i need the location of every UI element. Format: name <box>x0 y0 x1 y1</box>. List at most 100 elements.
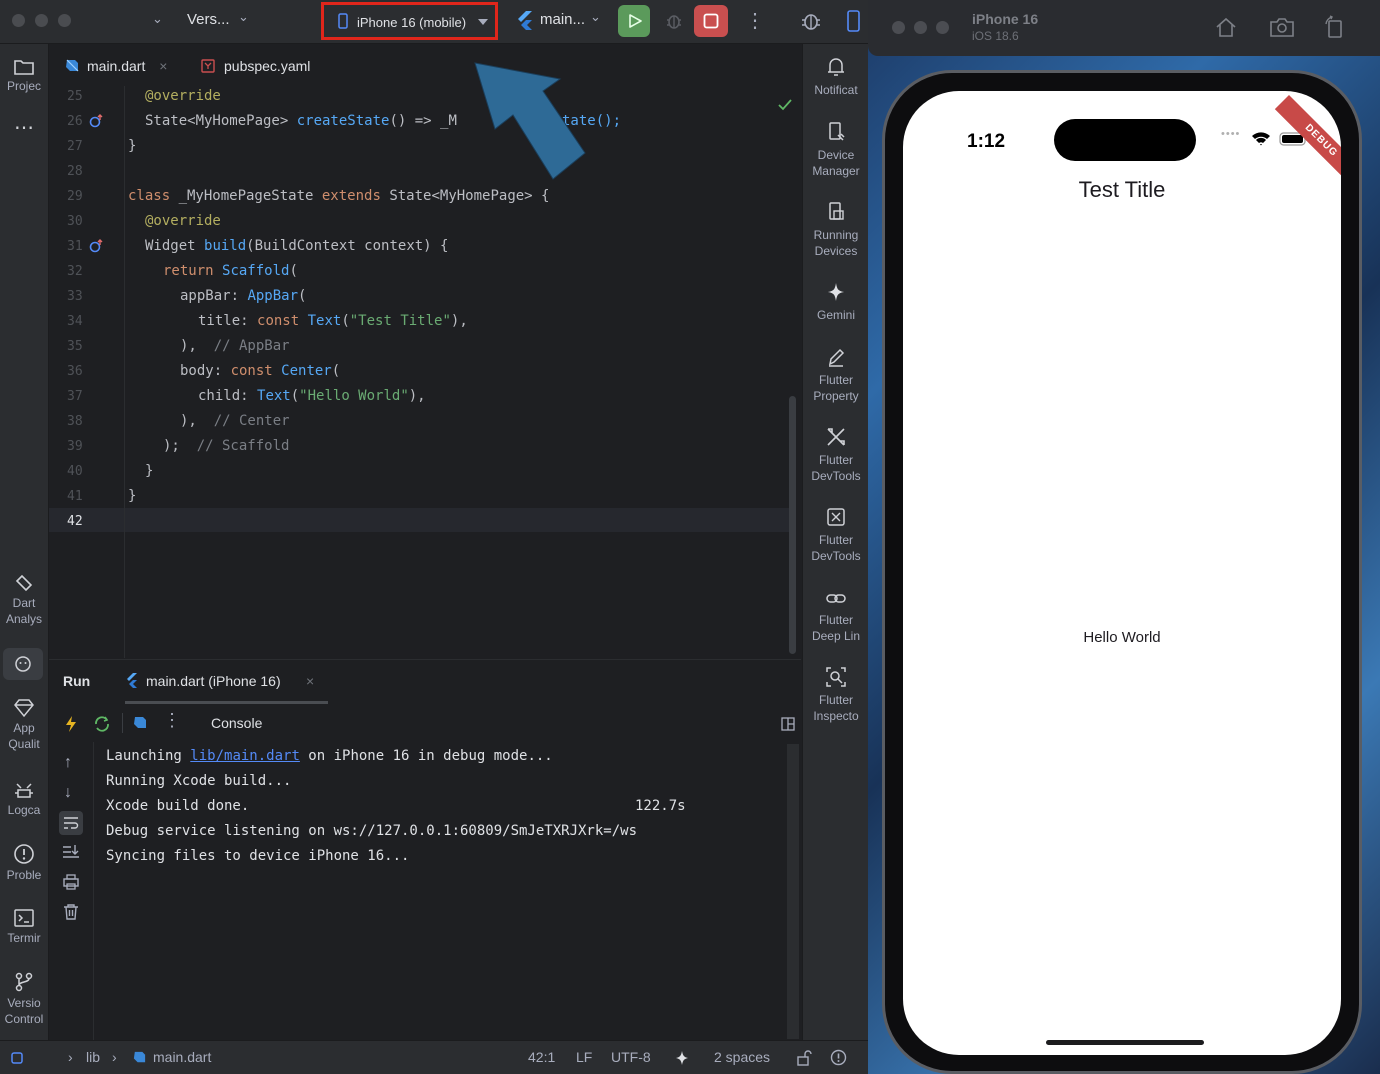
line-number: 25 <box>67 89 83 104</box>
line-separator[interactable]: LF <box>576 1049 592 1065</box>
line-number: 29 <box>67 189 83 204</box>
tool-terminal[interactable]: Termir <box>0 908 48 946</box>
window-minimize-light[interactable] <box>35 14 48 27</box>
tool-services[interactable] <box>3 648 43 680</box>
more-actions-icon[interactable]: ⋮ <box>745 8 765 33</box>
project-chevron-down-icon[interactable]: ⌄ <box>152 11 163 27</box>
code-token: Center <box>281 363 332 379</box>
scroll-down-icon[interactable]: ↓ <box>64 784 72 802</box>
version-control-widget[interactable]: Vers... <box>187 11 230 28</box>
home-icon[interactable] <box>1214 16 1238 38</box>
tool-flutter-property-label-1: Flutter <box>818 373 853 387</box>
tool-version-control[interactable]: Versio Control <box>0 971 48 1027</box>
tool-device-manager[interactable]: Device Manager <box>803 121 868 179</box>
scroll-to-end-icon[interactable] <box>62 844 80 860</box>
clear-all-trash-icon[interactable] <box>63 903 79 921</box>
running-devices-icon <box>829 202 844 220</box>
tool-dart-analysis-label: Dart Analys <box>5 596 43 626</box>
iphone-screen[interactable]: 1:12 •••• DEBUG Test Title Hello World <box>903 91 1341 1055</box>
rotate-device-icon[interactable] <box>1323 15 1345 39</box>
hot-restart-icon[interactable] <box>93 715 111 733</box>
sim-window-minimize-light[interactable] <box>914 21 927 34</box>
current-line-highlight <box>49 508 789 532</box>
code-token: "Hello World" <box>299 388 409 404</box>
breadcrumb-lib[interactable]: lib <box>86 1049 100 1065</box>
tool-project[interactable]: Projec <box>0 58 48 94</box>
code-token: ), <box>408 388 426 404</box>
tool-flutter-property[interactable]: Flutter Property <box>803 346 868 404</box>
ai-assistant-sparkle-icon[interactable] <box>675 1050 689 1066</box>
tool-dart-analysis[interactable]: Dart Analys <box>0 573 48 627</box>
breadcrumb-file[interactable]: main.dart <box>153 1049 211 1065</box>
debug-bug-icon[interactable] <box>664 11 684 31</box>
attach-debugger-icon[interactable] <box>800 10 822 32</box>
tool-problems[interactable]: Proble <box>0 843 48 883</box>
unlock-icon[interactable] <box>796 1049 812 1066</box>
sim-window-zoom-light[interactable] <box>936 21 949 34</box>
vcs-chevron-down-icon[interactable]: ⌄ <box>238 9 249 25</box>
run-button[interactable] <box>618 5 650 37</box>
line-number: 32 <box>67 264 83 279</box>
run-panel-title: Run <box>63 673 91 689</box>
editor-scrollbar[interactable] <box>789 396 796 654</box>
hot-reload-icon[interactable] <box>65 715 77 733</box>
line-number: 37 <box>67 389 83 404</box>
tool-flutter-inspector[interactable]: Flutter Inspecto <box>803 666 868 724</box>
warning-circle-icon[interactable] <box>830 1049 847 1066</box>
tool-notifications[interactable]: Notificat <box>803 56 868 98</box>
run-session-tab[interactable]: main.dart (iPhone 16) × <box>125 660 328 704</box>
device-selector[interactable]: iPhone 16 (mobile) <box>321 2 498 40</box>
gemini-sparkle-icon <box>828 283 844 301</box>
console-output[interactable]: Launching lib/main.dart on iPhone 16 in … <box>94 742 784 1041</box>
device-mirror-icon[interactable] <box>845 9 861 33</box>
tool-flutter-devtools[interactable]: Flutter DevTools <box>803 426 868 484</box>
soft-wrap-toggle[interactable] <box>59 811 83 835</box>
override-marker-icon[interactable] <box>89 114 105 128</box>
screenshot-camera-icon[interactable] <box>1269 16 1295 38</box>
code-token: @override <box>145 213 221 229</box>
file-encoding[interactable]: UTF-8 <box>611 1049 651 1065</box>
tool-flutter-deep-links-label-1: Flutter <box>818 613 853 627</box>
dart-devtools-icon[interactable] <box>132 715 148 731</box>
window-zoom-light[interactable] <box>58 14 71 27</box>
simulator-title-bar: iPhone 16 iOS 18.6 <box>868 0 1380 56</box>
code-token: _MyHomePageState <box>178 188 322 204</box>
ios-simulator-window: iPhone 16 iOS 18.6 1:12 •••• DEBUG Test … <box>868 0 1380 1074</box>
ide-window: ⌄ Vers... ⌄ iPhone 16 (mobile) main... ⌄ <box>0 0 868 1074</box>
home-indicator[interactable] <box>1046 1040 1204 1045</box>
tab-close-icon[interactable]: × <box>306 673 314 689</box>
code-token: Widget <box>145 238 205 254</box>
print-icon[interactable] <box>62 874 80 890</box>
tab-pubspec-yaml[interactable]: pubspec.yaml <box>201 44 310 86</box>
more-tools-icon[interactable]: ⋯ <box>0 118 48 138</box>
tool-logcat[interactable]: Logca <box>0 780 48 818</box>
caret-position[interactable]: 42:1 <box>528 1049 555 1065</box>
code-token: ( <box>289 263 298 279</box>
run-config-chevron-down-icon[interactable]: ⌄ <box>590 9 601 25</box>
indent-setting[interactable]: 2 spaces <box>714 1049 770 1065</box>
diamond-icon <box>14 699 34 718</box>
code-token: } <box>128 488 137 504</box>
tool-app-quality[interactable]: App Qualit <box>0 698 48 752</box>
tool-running-devices[interactable]: Running Devices <box>803 201 868 259</box>
window-close-light[interactable] <box>12 14 25 27</box>
code-editor[interactable]: 25 26 27 28 29 30 31 32 33 34 35 36 37 3… <box>49 86 801 658</box>
project-widget-icon[interactable] <box>11 1052 23 1064</box>
console-scrollbar[interactable] <box>787 744 799 1039</box>
tool-flutter-devtools-extension[interactable]: Flutter DevTools <box>803 506 868 564</box>
scroll-up-icon[interactable]: ↑ <box>64 754 72 772</box>
console-file-link[interactable]: lib/main.dart <box>190 748 300 764</box>
tab-main-dart[interactable]: main.dart × <box>64 44 167 86</box>
override-marker-icon[interactable] <box>89 239 105 253</box>
more-actions-icon[interactable]: ⋮ <box>163 710 181 731</box>
sim-window-close-light[interactable] <box>892 21 905 34</box>
console-tab[interactable]: Console <box>211 715 262 731</box>
no-problems-check-icon[interactable] <box>777 98 793 112</box>
code-line-37: child: Text("Hello World"), <box>198 388 426 404</box>
layout-toggle-icon[interactable] <box>781 717 795 731</box>
stop-button[interactable] <box>694 5 728 37</box>
run-configuration-selector[interactable]: main... <box>540 11 585 28</box>
tool-flutter-deep-links[interactable]: Flutter Deep Lin <box>803 590 868 644</box>
tab-close-icon[interactable]: × <box>159 58 167 74</box>
tool-gemini[interactable]: Gemini <box>803 281 868 323</box>
